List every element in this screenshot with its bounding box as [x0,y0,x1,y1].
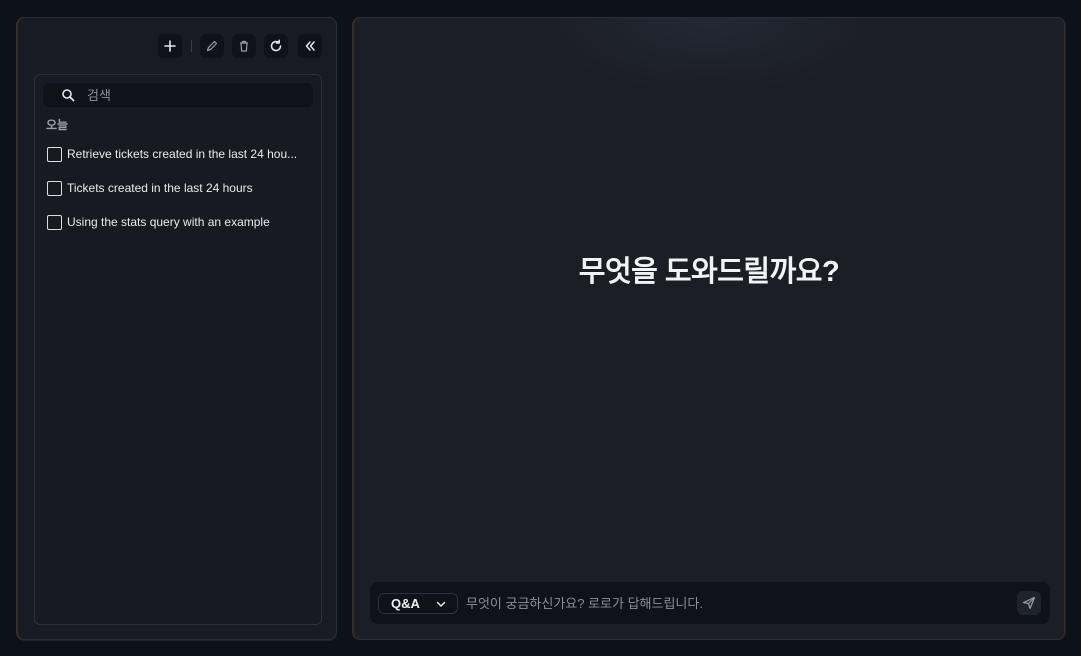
sidebar-toolbar [158,34,323,58]
pencil-icon [206,40,218,52]
plus-icon [164,40,176,52]
delete-button[interactable] [232,34,256,58]
trash-icon [240,40,248,52]
section-label-today: 오늘 [46,118,69,132]
double-chevron-left-icon [305,41,315,51]
list-item-label: Retrieve tickets created in the last 24 … [67,147,298,161]
list-item-label: Tickets created in the last 24 hours [67,181,253,195]
list-item[interactable]: Tickets created in the last 24 hours [47,179,312,197]
list-item[interactable]: Retrieve tickets created in the last 24 … [47,145,312,163]
chat-composer: Q&A [370,582,1050,624]
send-button[interactable] [1017,591,1041,615]
chat-main-area: 무엇을 도와드릴까요? Q&A [353,17,1065,640]
list-item[interactable]: Using the stats query with an example [47,213,312,231]
list-item-label: Using the stats query with an example [67,215,270,229]
mode-select-value: Q&A [391,596,420,611]
search-box [43,83,313,107]
welcome-headline: 무엇을 도와드릴까요? [578,256,840,288]
refresh-button[interactable] [264,34,288,58]
new-chat-button[interactable] [158,34,182,58]
toolbar-divider [191,40,192,52]
collapse-sidebar-button[interactable] [298,34,322,58]
message-input[interactable] [466,592,1006,614]
send-icon [1022,596,1036,610]
edit-button[interactable] [200,34,224,58]
history-panel: 오늘 Retrieve tickets created in the last … [34,74,322,625]
chevron-down-icon [436,601,446,607]
search-input[interactable] [87,83,307,107]
item-checkbox[interactable] [47,180,62,196]
chat-history-sidebar: 오늘 Retrieve tickets created in the last … [17,17,337,640]
mode-select[interactable]: Q&A [378,593,458,614]
item-checkbox[interactable] [47,146,62,162]
item-checkbox[interactable] [47,214,62,230]
refresh-icon [270,39,282,52]
search-icon [62,89,75,102]
